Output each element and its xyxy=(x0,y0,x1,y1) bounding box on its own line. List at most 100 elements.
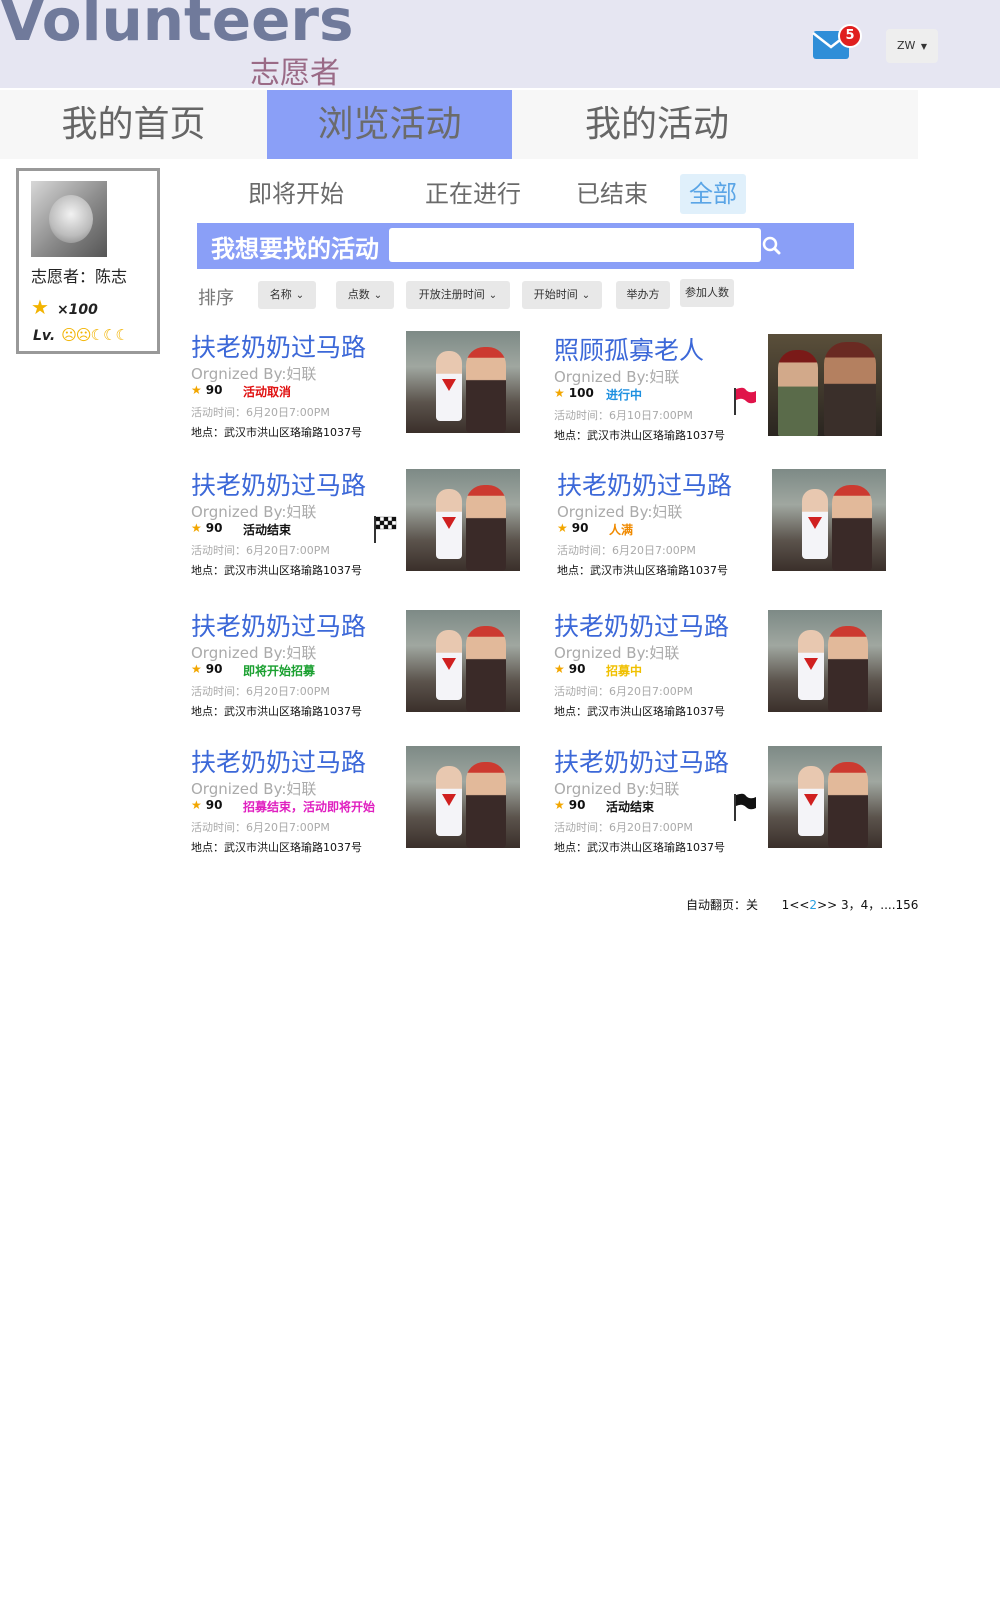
photo-person xyxy=(436,630,462,700)
star-icon: ★ xyxy=(191,798,202,812)
profile-card: 志愿者：陈志 ★ ×100 Lv. ☹☹☾☾☾ xyxy=(16,168,160,354)
activity-points-value: 90 xyxy=(205,383,223,397)
volunteer-name: 志愿者：陈志 xyxy=(31,267,128,286)
activity-points-value: 90 xyxy=(568,662,586,676)
activity-title[interactable]: 扶老奶奶过马路 xyxy=(191,607,366,643)
sort-by-participants-button[interactable]: 参加人数 xyxy=(680,279,734,307)
profile-points: ★ ×100 xyxy=(31,295,98,319)
activity-organizer: Orgnized By:妇联 xyxy=(554,780,680,798)
chevron-down-icon: ⌄ xyxy=(488,290,498,301)
sort-by-organizer-button[interactable]: 举办方 xyxy=(616,281,670,309)
photo-person xyxy=(798,630,824,700)
activity-time: 活动时间：6月20日7:00PM xyxy=(191,821,330,834)
photo-person xyxy=(466,347,506,433)
photo-person xyxy=(798,766,824,836)
sort-by-registration-time-button[interactable]: 开放注册时间 ⌄ xyxy=(406,281,510,309)
activity-location: 地点：武汉市洪山区珞瑜路1037号 xyxy=(191,705,362,718)
photo-scarf xyxy=(442,658,456,670)
activity-location: 地点：武汉市洪山区珞瑜路1037号 xyxy=(191,564,362,577)
activity-organizer: Orgnized By:妇联 xyxy=(191,503,317,521)
activity-organizer: Orgnized By:妇联 xyxy=(557,503,683,521)
activity-organizer: Orgnized By:妇联 xyxy=(191,780,317,798)
activity-title[interactable]: 扶老奶奶过马路 xyxy=(557,466,732,502)
activity-status: 即将开始招募 xyxy=(243,664,316,678)
logo-text: Volunteers xyxy=(0,0,354,54)
activity-time: 活动时间：6月20日7:00PM xyxy=(191,685,330,698)
star-icon: ★ xyxy=(554,798,565,812)
photo-scarf xyxy=(808,517,822,529)
activity-points: ★ 100 xyxy=(554,386,594,400)
photo-person xyxy=(832,485,872,571)
black-flag-icon xyxy=(734,793,756,821)
activity-points-value: 90 xyxy=(205,521,223,535)
profile-points-value: ×100 xyxy=(56,302,98,318)
activity-points: ★ 90 xyxy=(557,521,588,535)
activity-title[interactable]: 扶老奶奶过马路 xyxy=(191,743,366,779)
activity-location: 地点：武汉市洪山区珞瑜路1037号 xyxy=(557,564,728,577)
logo-subtitle: 志愿者 xyxy=(250,56,340,91)
sort-by-start-time-label: 开始时间 xyxy=(533,288,578,301)
page-links-rest[interactable]: 3，4，....156 xyxy=(841,898,918,912)
activity-time: 活动时间：6月20日7:00PM xyxy=(554,685,693,698)
user-menu-button[interactable]: ZW ▼ xyxy=(886,29,938,63)
activity-points: ★ 90 xyxy=(191,521,222,535)
activity-photo[interactable] xyxy=(406,331,520,433)
activity-photo[interactable] xyxy=(406,469,520,571)
activity-points-value: 90 xyxy=(568,798,586,812)
sort-by-name-button[interactable]: 名称 ⌄ xyxy=(258,281,316,309)
activity-photo[interactable] xyxy=(406,746,520,848)
filter-ended[interactable]: 已结束 xyxy=(570,174,654,214)
activity-photo[interactable] xyxy=(768,746,882,848)
photo-scarf xyxy=(442,517,456,529)
checkered-flag-icon xyxy=(374,516,397,543)
sort-label: 排序 xyxy=(198,288,234,309)
activity-status: 招募中 xyxy=(606,664,643,678)
photo-person xyxy=(466,485,506,571)
photo-person xyxy=(824,342,876,436)
tab-my-activities[interactable]: 我的活动 xyxy=(512,90,802,159)
activity-location: 地点：武汉市洪山区珞瑜路1037号 xyxy=(191,841,362,854)
photo-scarf xyxy=(442,794,456,806)
activity-title[interactable]: 扶老奶奶过马路 xyxy=(554,743,729,779)
level-label: Lv. xyxy=(33,328,56,344)
activity-title[interactable]: 扶老奶奶过马路 xyxy=(554,607,729,643)
activity-organizer: Orgnized By:妇联 xyxy=(191,644,317,662)
activity-time: 活动时间：6月10日7:00PM xyxy=(554,409,693,422)
activity-photo[interactable] xyxy=(768,610,882,712)
sort-by-points-label: 点数 xyxy=(347,288,370,301)
activity-photo[interactable] xyxy=(772,469,886,571)
sort-by-start-time-button[interactable]: 开始时间 ⌄ xyxy=(522,281,602,309)
sort-by-participants-label: 参加人数 xyxy=(685,286,729,299)
activity-photo[interactable] xyxy=(768,334,882,436)
activity-photo[interactable] xyxy=(406,610,520,712)
activity-points-value: 90 xyxy=(205,662,223,676)
auto-page-toggle[interactable]: 自动翻页：关 xyxy=(686,898,758,912)
mail-count-badge: 5 xyxy=(838,24,862,48)
sort-by-points-button[interactable]: 点数 ⌄ xyxy=(336,281,394,309)
red-flag-icon xyxy=(734,387,756,415)
caret-down-icon: ▼ xyxy=(920,42,928,51)
search-icon[interactable] xyxy=(755,229,789,263)
tab-browse-activities[interactable]: 浏览活动 xyxy=(267,90,512,159)
profile-level: Lv. ☹☹☾☾☾ xyxy=(33,326,129,344)
activity-location: 地点：武汉市洪山区珞瑜路1037号 xyxy=(554,429,725,442)
activity-title[interactable]: 扶老奶奶过马路 xyxy=(191,466,366,502)
star-icon: ★ xyxy=(557,521,568,535)
activity-title[interactable]: 扶老奶奶过马路 xyxy=(191,328,366,364)
page-next-link[interactable]: >> xyxy=(817,898,837,912)
level-badges-icon: ☹☹☾☾☾ xyxy=(61,326,129,344)
filter-upcoming[interactable]: 即将开始 xyxy=(236,174,356,214)
photo-person xyxy=(466,626,506,712)
activity-time: 活动时间：6月20日7:00PM xyxy=(191,406,330,419)
activity-points: ★ 90 xyxy=(191,383,222,397)
page-prev-link[interactable]: << xyxy=(789,898,809,912)
activity-points-value: 100 xyxy=(568,386,594,400)
search-input[interactable] xyxy=(389,228,761,262)
filter-ongoing[interactable]: 正在进行 xyxy=(410,174,536,214)
tab-my-home[interactable]: 我的首页 xyxy=(0,90,267,159)
activity-title[interactable]: 照顾孤寡老人 xyxy=(554,331,704,367)
activity-organizer: Orgnized By:妇联 xyxy=(554,368,680,386)
filter-all[interactable]: 全部 xyxy=(680,174,746,214)
photo-scarf xyxy=(804,794,818,806)
avatar[interactable] xyxy=(31,181,107,257)
